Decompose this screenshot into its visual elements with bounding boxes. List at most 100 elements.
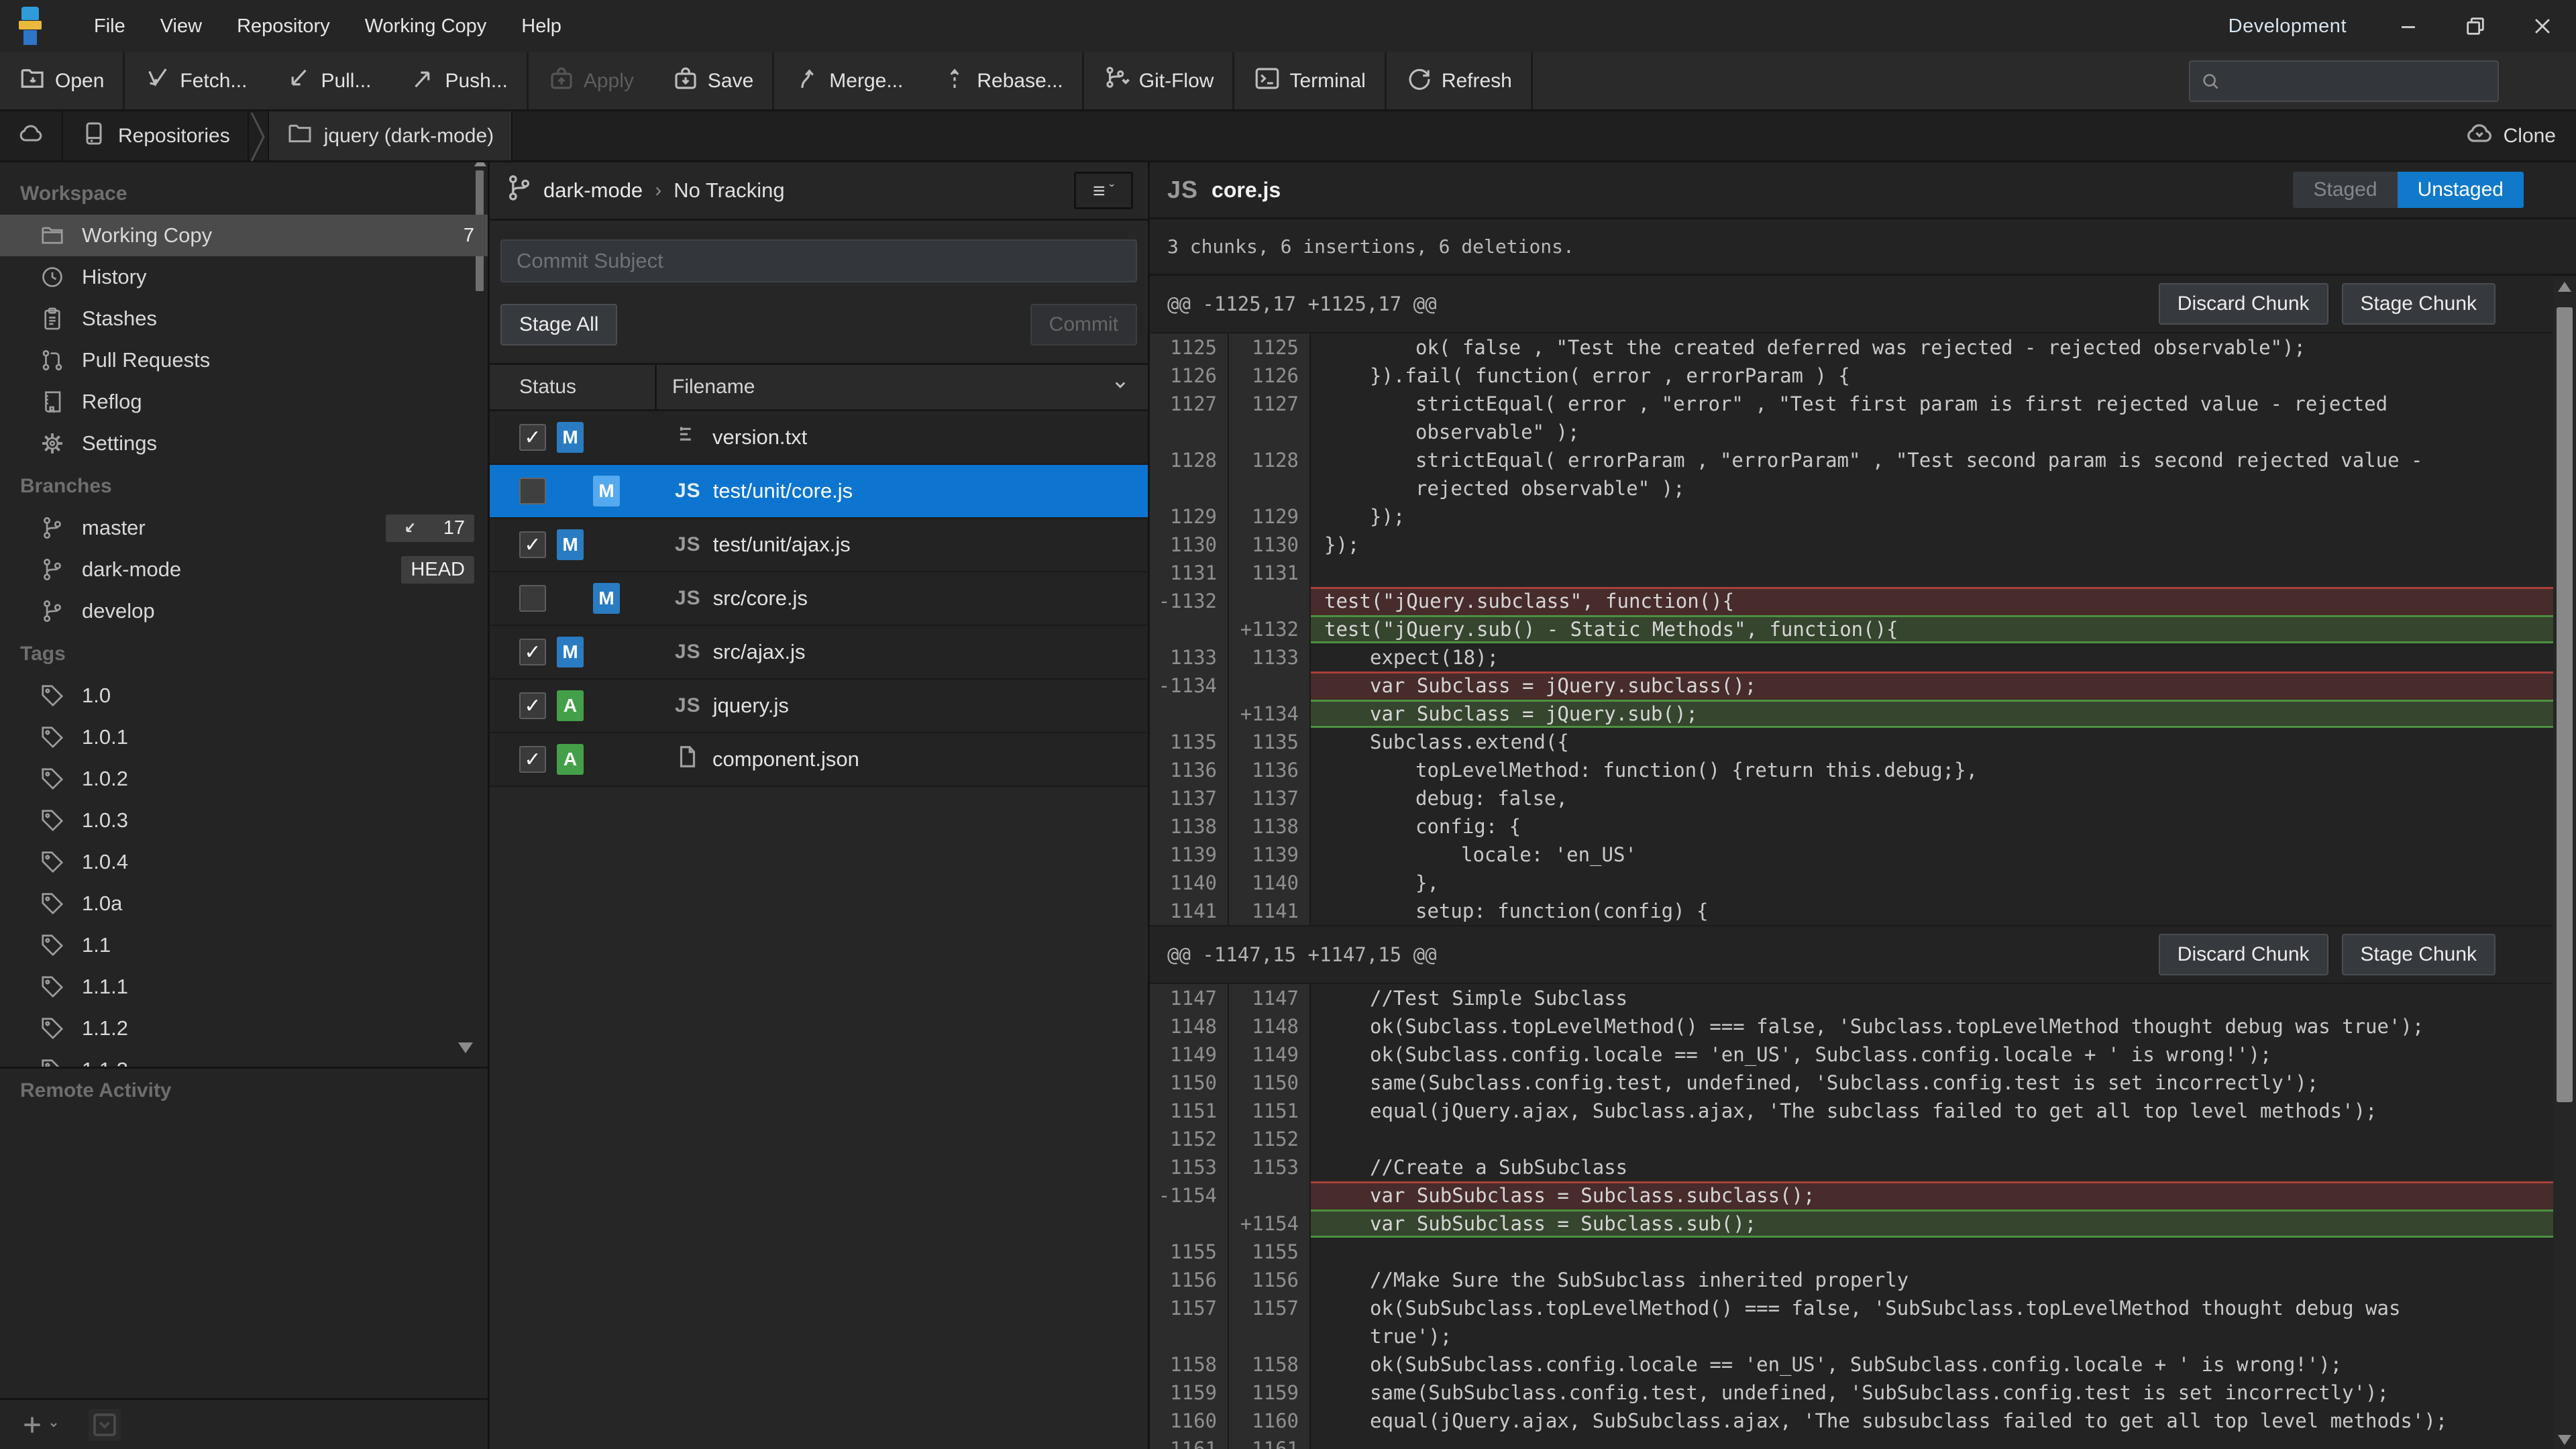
git-flow-button[interactable]: Git-Flow	[1099, 59, 1218, 103]
sidebar-item-1-1-3[interactable]: 1.1.3	[0, 1049, 488, 1067]
sidebar-item-label: 1.0	[82, 684, 111, 708]
new-line-number: 1152	[1229, 1125, 1311, 1153]
sidebar-item-stashes[interactable]: Stashes	[0, 298, 488, 339]
commit-options-menu-button[interactable]: ≡ˇ	[1074, 172, 1133, 209]
diff-line: 11261126}).fail( function( error , error…	[1150, 362, 2576, 390]
file-row[interactable]: MJStest/unit/core.js	[490, 465, 1148, 519]
open-button[interactable]: Open	[15, 59, 108, 103]
file-row[interactable]: ✓MJSsrc/ajax.js	[490, 626, 1148, 680]
scrollbar-thumb[interactable]	[2557, 307, 2573, 1102]
sidebar-item-1-0-3[interactable]: 1.0.3	[0, 800, 488, 841]
tab-repositories[interactable]: Repositories	[63, 111, 249, 160]
push-button[interactable]: Push...	[405, 59, 511, 103]
scroll-up-icon[interactable]	[2558, 282, 2571, 292]
file-stage-checkbox[interactable]: ✓	[519, 692, 546, 719]
old-line-number: 1126	[1150, 362, 1229, 390]
sidebar-item-working-copy[interactable]: Working Copy7	[0, 215, 488, 256]
diff-code: topLevelMethod: function() {return this.…	[1311, 756, 2576, 784]
diff-code	[1311, 1238, 2576, 1266]
diff-line: -1134var Subclass = jQuery.subclass();	[1150, 672, 2576, 700]
diff-code: locale: 'en_US'	[1311, 841, 2576, 869]
sidebar-item-dark-mode[interactable]: dark-modeHEAD	[0, 549, 488, 590]
unstaged-tab[interactable]: Unstaged	[2398, 172, 2524, 208]
column-header-filename[interactable]: Filename	[655, 376, 755, 398]
commit-button[interactable]: Commit	[1030, 304, 1137, 345]
commit-subject-input[interactable]	[500, 239, 1137, 282]
add-repository-button[interactable]	[19, 1411, 62, 1438]
sidebar-item-1-1-2[interactable]: 1.1.2	[0, 1008, 488, 1049]
save-button[interactable]: Save	[667, 59, 757, 103]
menu-item-working-copy[interactable]: Working Copy	[347, 6, 504, 47]
stage-chunk-button[interactable]: Stage Chunk	[2342, 934, 2496, 975]
sidebar-item-1-1[interactable]: 1.1	[0, 924, 488, 966]
file-row[interactable]: ✓Acomponent.json	[490, 733, 1148, 787]
merge-button[interactable]: Merge...	[789, 59, 907, 103]
rebase-icon	[941, 64, 969, 98]
column-header-status[interactable]: Status	[490, 376, 655, 398]
menu-item-view[interactable]: View	[143, 6, 219, 47]
file-stage-checkbox[interactable]	[519, 585, 546, 612]
minimize-button[interactable]	[2394, 11, 2423, 41]
file-stage-checkbox[interactable]	[519, 478, 546, 504]
sidebar-item-1-0[interactable]: 1.0	[0, 675, 488, 716]
file-checkbox-cell: ✓	[490, 531, 557, 558]
menu-item-file[interactable]: File	[76, 6, 143, 47]
menu-item-repository[interactable]: Repository	[219, 6, 347, 47]
tag-icon	[38, 849, 67, 875]
diff-hunks: @@ -1125,17 +1125,17 @@Discard ChunkStag…	[1150, 276, 2576, 1449]
pull-button[interactable]: Pull...	[280, 59, 375, 103]
file-stage-checkbox[interactable]: ✓	[519, 531, 546, 558]
scroll-down-icon[interactable]	[2558, 1435, 2571, 1445]
branch-icon	[38, 557, 67, 582]
commit-mode-toggle-button[interactable]	[89, 1409, 121, 1441]
clone-button[interactable]: Clone	[2445, 111, 2576, 160]
tab-remote-accounts[interactable]	[0, 111, 63, 160]
stage-all-button[interactable]: Stage All	[500, 304, 617, 345]
discard-chunk-button[interactable]: Discard Chunk	[2159, 934, 2328, 975]
sidebar-item-history[interactable]: History	[0, 256, 488, 298]
sidebar-item-develop[interactable]: develop	[0, 590, 488, 632]
sidebar-item-master[interactable]: master17	[0, 507, 488, 549]
sort-chevron-icon[interactable]	[1110, 374, 1130, 400]
restore-button[interactable]	[2461, 11, 2490, 41]
file-checkbox-cell: ✓	[490, 746, 557, 773]
terminal-button[interactable]: Terminal	[1249, 59, 1369, 103]
sidebar-item-1-0-2[interactable]: 1.0.2	[0, 758, 488, 800]
sidebar-item-1-0-4[interactable]: 1.0.4	[0, 841, 488, 883]
sidebar-item-badge: HEAD	[401, 556, 474, 584]
search-input[interactable]	[2229, 70, 2488, 92]
sidebar-item-pull-requests[interactable]: Pull Requests	[0, 339, 488, 381]
apply-button[interactable]: Apply	[543, 59, 638, 103]
old-line-number	[1150, 1210, 1229, 1238]
diff-code: var Subclass = jQuery.sub();	[1311, 700, 2576, 728]
staged-tab[interactable]: Staged	[2293, 172, 2397, 208]
file-stage-checkbox[interactable]: ✓	[519, 639, 546, 665]
menu-item-help[interactable]: Help	[504, 6, 579, 47]
old-line-number: 1160	[1150, 1407, 1229, 1435]
old-line-number: -1154	[1150, 1181, 1229, 1210]
tab-repo-jquery[interactable]: jquery (dark-mode)	[268, 111, 513, 160]
sidebar-item-1-0a[interactable]: 1.0a	[0, 883, 488, 924]
file-stage-checkbox[interactable]: ✓	[519, 424, 546, 451]
file-row[interactable]: ✓AJSjquery.js	[490, 680, 1148, 733]
new-line-number	[1229, 1181, 1311, 1210]
sidebar-item-reflog[interactable]: Reflog	[0, 381, 488, 423]
file-row[interactable]: MJSsrc/core.js	[490, 572, 1148, 626]
fetch-button[interactable]: Fetch...	[140, 59, 251, 103]
sidebar-item-1-0-1[interactable]: 1.0.1	[0, 716, 488, 758]
discard-chunk-button[interactable]: Discard Chunk	[2159, 283, 2328, 325]
diff-code	[1311, 559, 2576, 587]
column-divider[interactable]	[655, 365, 657, 409]
file-table-header[interactable]: Status Filename	[490, 363, 1148, 411]
file-name-label: test/unit/core.js	[713, 479, 853, 503]
file-row[interactable]: ✓Mversion.txt	[490, 411, 1148, 465]
stage-chunk-button[interactable]: Stage Chunk	[2342, 283, 2496, 325]
sidebar-item-settings[interactable]: Settings	[0, 423, 488, 464]
close-button[interactable]	[2528, 11, 2557, 41]
refresh-button[interactable]: Refresh	[1401, 59, 1516, 103]
file-row[interactable]: ✓MJStest/unit/ajax.js	[490, 519, 1148, 572]
diff-scrollbar[interactable]	[2553, 278, 2576, 1449]
rebase-button[interactable]: Rebase...	[936, 59, 1067, 103]
sidebar-item-1-1-1[interactable]: 1.1.1	[0, 966, 488, 1008]
file-stage-checkbox[interactable]: ✓	[519, 746, 546, 773]
